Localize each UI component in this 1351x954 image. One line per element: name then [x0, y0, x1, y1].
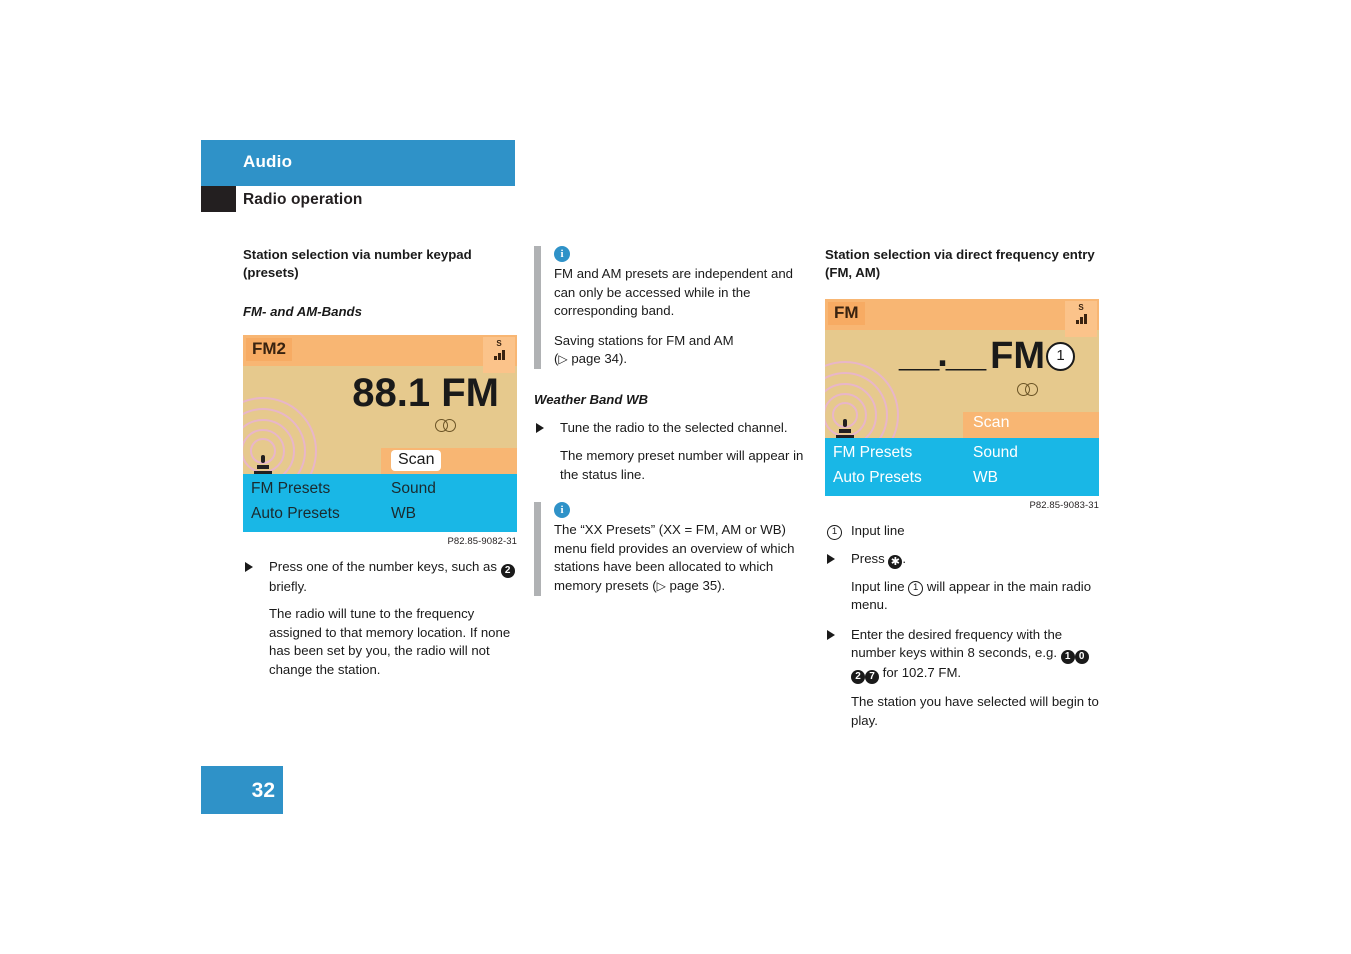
col2-subheading: Weather Band WB [534, 391, 649, 407]
display-scan-row: Scan [825, 412, 1099, 438]
col3-step-2-tail: for 102.7 FM. [882, 665, 962, 681]
signal-strength-icon: S [1065, 301, 1097, 337]
info-box-presets: i FM and AM presets are independent and … [534, 246, 808, 369]
col1-step-1-text-a: Press one of the number keys, such as [269, 558, 497, 574]
page-ref-arrow-icon: ▷ [558, 352, 568, 367]
display-menu-bar: FM Presets Sound Auto Presets WB [243, 473, 517, 532]
chapter-title: Audio [243, 152, 293, 171]
col3-p1-text-a: Input line [851, 578, 905, 594]
callout-1-marker: 1 [1046, 342, 1075, 371]
col2-step-1: Tune the radio to the selected channel. [534, 419, 808, 438]
info2-paragraph: The “XX Presets” (XX = FM, AM or WB) men… [554, 521, 808, 595]
signal-bars [1065, 312, 1097, 324]
menu-item-fm-presets[interactable]: FM Presets [833, 444, 912, 462]
col3-step-2: Enter the desired frequency with the num… [825, 626, 1099, 685]
info1-p2-text: Saving stations for FM and AM [554, 332, 734, 348]
number-key-0-icon: 0 [1074, 650, 1089, 665]
col3-step-1: Press ✱. [825, 550, 1099, 569]
menu-item-auto-presets[interactable]: Auto Presets [833, 469, 922, 487]
info-box-bar [534, 246, 541, 369]
scan-field[interactable]: Scan [973, 414, 1009, 432]
info1-paragraph-1: FM and AM presets are independent and ca… [554, 266, 793, 319]
column-right: Station selection via direct frequency e… [825, 246, 1099, 731]
figure-caption-2: P82.85-9083-31 [1029, 500, 1099, 511]
input-line-unit: FM [990, 335, 1045, 377]
callout-1-legend-icon: 1 [827, 525, 842, 540]
display-band-badge: FM2 [246, 337, 292, 361]
display-frequency-entry: __.__ FM 1 [825, 333, 1075, 378]
step-arrow-icon [536, 423, 544, 434]
menu-item-wb[interactable]: WB [391, 505, 416, 523]
info-icon: i [554, 502, 570, 519]
step-arrow-icon [827, 553, 835, 564]
star-key-icon: ✱ [888, 554, 903, 569]
col1-step-1-text-b: briefly. [269, 578, 307, 594]
display-band-badge: FM [828, 302, 865, 325]
display-status-bar [825, 299, 1099, 330]
col3-paragraph-1: Input line 1 will appear in the main rad… [825, 578, 1099, 615]
radio-display-presets: FM2 S 88.1 FM Scan FM Presets Sound Auto… [243, 334, 517, 532]
column-left: Station selection via number keypad (pre… [243, 246, 517, 679]
col3-legend-1-label: Input line [851, 523, 905, 538]
step-arrow-icon [245, 561, 253, 572]
signal-bars [483, 348, 515, 360]
callout-1-inline-icon: 1 [908, 580, 924, 596]
menu-item-sound[interactable]: Sound [391, 480, 436, 498]
col2-paragraph-1: The memory preset number will appear in … [560, 448, 804, 482]
col2-step-1-text: Tune the radio to the selected channel. [560, 420, 788, 436]
chapter-header-band: Audio [201, 140, 515, 186]
column-middle: i FM and AM presets are independent and … [534, 246, 808, 596]
col1-heading: Station selection via number keypad (pre… [243, 247, 472, 280]
page-number: 32 [251, 779, 275, 802]
info-box-bar [534, 502, 541, 596]
display-scan-row: Scan [243, 447, 517, 474]
col3-paragraph-2: The station you have selected will begin… [851, 694, 1099, 728]
menu-item-auto-presets[interactable]: Auto Presets [251, 505, 340, 523]
stereo-icon [1017, 383, 1043, 396]
signal-strength-icon: S [483, 336, 515, 373]
col3-heading: Station selection via direct frequency e… [825, 247, 1095, 280]
col3-step-2-text: Enter the desired frequency with the num… [851, 626, 1063, 661]
display-frequency: 88.1 FM [352, 370, 499, 415]
col3-step-1-text-a: Press [851, 550, 885, 566]
col3-legend-1: 1 Input line [825, 522, 1099, 541]
page-ref-arrow-icon: ▷ [656, 579, 666, 594]
number-key-7-icon: 7 [865, 670, 879, 685]
section-title: Radio operation [243, 191, 363, 208]
col1-subheading: FM- and AM-Bands [243, 304, 362, 319]
col1-step-1: Press one of the number keys, such as 2 … [243, 558, 517, 597]
info-icon: i [554, 246, 570, 262]
col3-step-1-text-b: . [902, 550, 907, 566]
input-line-blanks: __.__ [899, 333, 986, 375]
menu-item-wb[interactable]: WB [973, 469, 998, 487]
stereo-icon [435, 418, 461, 432]
section-marker-square [201, 186, 236, 212]
number-key-2-icon: 2 [500, 563, 515, 578]
figure-caption-1: P82.85-9082-31 [447, 535, 517, 547]
step-arrow-icon [827, 629, 835, 640]
menu-item-sound[interactable]: Sound [973, 444, 1018, 462]
display-menu-bar: FM Presets Sound Auto Presets WB [825, 438, 1099, 496]
menu-item-fm-presets[interactable]: FM Presets [251, 480, 330, 498]
number-key-2-icon: 2 [851, 670, 865, 685]
info1-p2-ref: page 34). [571, 351, 628, 367]
col1-paragraph-1: The radio will tune to the frequency ass… [269, 606, 511, 677]
signal-s-letter: S [496, 338, 502, 348]
signal-s-letter: S [1078, 303, 1084, 312]
info-box-xx-presets: i The “XX Presets” (XX = FM, AM or WB) m… [534, 502, 808, 596]
scan-field[interactable]: Scan [391, 449, 442, 471]
number-key-1-icon: 1 [1060, 650, 1075, 665]
page-number-box: 32 [201, 766, 283, 814]
info2-text-b: page 35). [669, 578, 726, 594]
radio-display-direct-entry: FM S __.__ FM 1 Scan FM Presets Sound Au… [825, 299, 1099, 496]
info1-paragraph-2: Saving stations for FM and AM (▷ page 34)… [554, 332, 734, 367]
